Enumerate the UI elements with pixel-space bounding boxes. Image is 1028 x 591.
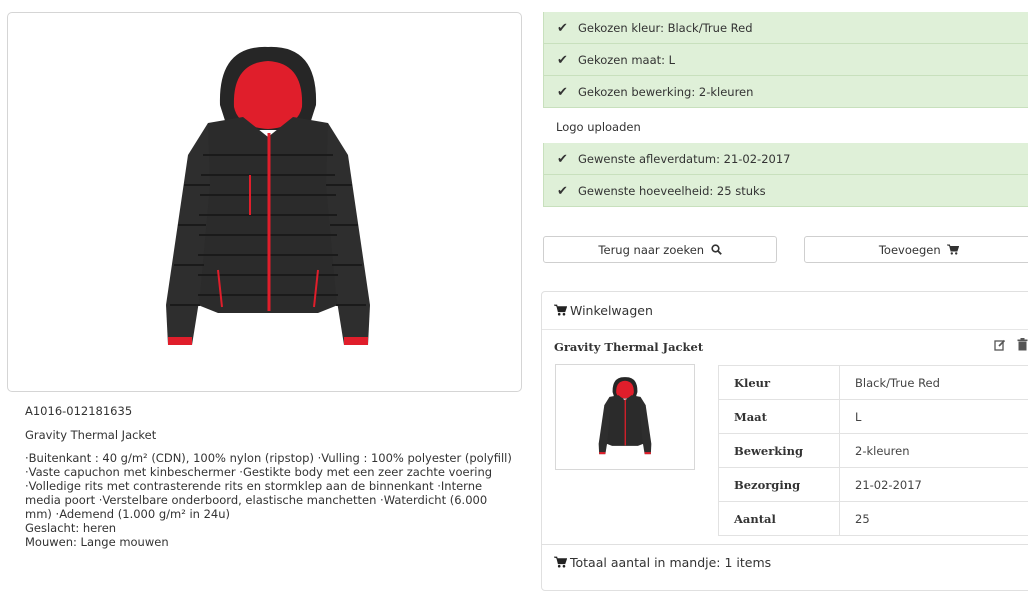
table-row: Bezorging 21-02-2017 bbox=[719, 468, 1028, 502]
detail-value: 25 bbox=[840, 502, 1028, 536]
cart-header: Winkelwagen bbox=[542, 292, 1028, 330]
back-to-search-button[interactable]: Terug naar zoeken bbox=[543, 236, 777, 263]
cart-title: Winkelwagen bbox=[570, 303, 653, 318]
product-image bbox=[148, 45, 388, 365]
cart-item-name: Gravity Thermal Jacket bbox=[554, 340, 703, 354]
table-row: Aantal 25 bbox=[719, 502, 1028, 536]
check-icon: ✔ bbox=[557, 77, 571, 109]
cart-icon bbox=[554, 292, 570, 330]
check-icon: ✔ bbox=[557, 13, 571, 45]
detail-label: Aantal bbox=[719, 502, 840, 536]
description-line: ·Buitenkant : 40 g/m² (CDN), 100% nylon … bbox=[25, 451, 515, 465]
product-sku: A1016-012181635 bbox=[25, 404, 515, 418]
table-row: Kleur Black/True Red bbox=[719, 366, 1028, 400]
description-line: Geslacht: heren bbox=[25, 521, 515, 535]
selection-label: Gewenste afleverdatum: 21-02-2017 bbox=[578, 152, 790, 166]
check-icon: ✔ bbox=[557, 45, 571, 77]
detail-label: Bezorging bbox=[719, 468, 840, 502]
edit-icon[interactable] bbox=[994, 339, 1006, 354]
selection-label: Gewenste hoeveelheid: 25 stuks bbox=[578, 184, 766, 198]
cart-item-image bbox=[594, 371, 656, 465]
detail-value: 21-02-2017 bbox=[840, 468, 1028, 502]
add-to-cart-label: Toevoegen bbox=[879, 243, 941, 257]
detail-label: Bewerking bbox=[719, 434, 840, 468]
check-icon: ✔ bbox=[557, 144, 571, 176]
detail-value: Black/True Red bbox=[840, 366, 1028, 400]
selection-quantity[interactable]: ✔ Gewenste hoeveelheid: 25 stuks bbox=[543, 175, 1028, 207]
selection-color[interactable]: ✔ Gekozen kleur: Black/True Red bbox=[543, 12, 1028, 44]
table-row: Bewerking 2-kleuren bbox=[719, 434, 1028, 468]
search-icon bbox=[707, 244, 722, 257]
cart-item-thumbnail bbox=[555, 364, 695, 470]
cart-item-details: Kleur Black/True Red Maat L Bewerking 2-… bbox=[718, 365, 1028, 536]
description-line: Mouwen: Lange mouwen bbox=[25, 535, 515, 549]
cart-total: Totaal aantal in mandje: 1 items bbox=[542, 544, 1028, 580]
cart-panel: Winkelwagen Gravity Thermal Jacket Kleur… bbox=[541, 291, 1028, 591]
detail-label: Maat bbox=[719, 400, 840, 434]
description-line: ·Vaste capuchon met kinbeschermer ·Gesti… bbox=[25, 465, 515, 479]
selection-size[interactable]: ✔ Gekozen maat: L bbox=[543, 44, 1028, 76]
add-to-cart-button[interactable]: Toevoegen bbox=[804, 236, 1028, 263]
description-line: media poort ·Verstelbare onderboord, ela… bbox=[25, 493, 515, 507]
product-description: ·Buitenkant : 40 g/m² (CDN), 100% nylon … bbox=[25, 451, 515, 549]
cart-icon bbox=[554, 545, 570, 581]
detail-value: L bbox=[840, 400, 1028, 434]
product-name: Gravity Thermal Jacket bbox=[25, 428, 515, 442]
trash-icon[interactable] bbox=[1017, 338, 1028, 354]
check-icon: ✔ bbox=[557, 176, 571, 208]
back-to-search-label: Terug naar zoeken bbox=[598, 243, 704, 257]
selection-label: Gekozen bewerking: 2-kleuren bbox=[578, 85, 753, 99]
description-line: ·Volledige rits met contrasterende rits … bbox=[25, 479, 515, 493]
selection-label: Logo uploaden bbox=[556, 120, 641, 134]
table-row: Maat L bbox=[719, 400, 1028, 434]
selection-logo-upload[interactable]: Logo uploaden bbox=[543, 111, 1028, 143]
detail-label: Kleur bbox=[719, 366, 840, 400]
detail-value: 2-kleuren bbox=[840, 434, 1028, 468]
selection-processing[interactable]: ✔ Gekozen bewerking: 2-kleuren bbox=[543, 76, 1028, 108]
product-image-panel bbox=[7, 12, 522, 392]
cart-total-label: Totaal aantal in mandje: 1 items bbox=[570, 555, 771, 570]
selection-label: Gekozen kleur: Black/True Red bbox=[578, 21, 753, 35]
cart-icon bbox=[944, 244, 960, 257]
selection-label: Gekozen maat: L bbox=[578, 53, 675, 67]
selection-delivery-date[interactable]: ✔ Gewenste afleverdatum: 21-02-2017 bbox=[543, 143, 1028, 175]
description-line: mm) ·Ademend (1.000 g/m² in 24u) bbox=[25, 507, 515, 521]
